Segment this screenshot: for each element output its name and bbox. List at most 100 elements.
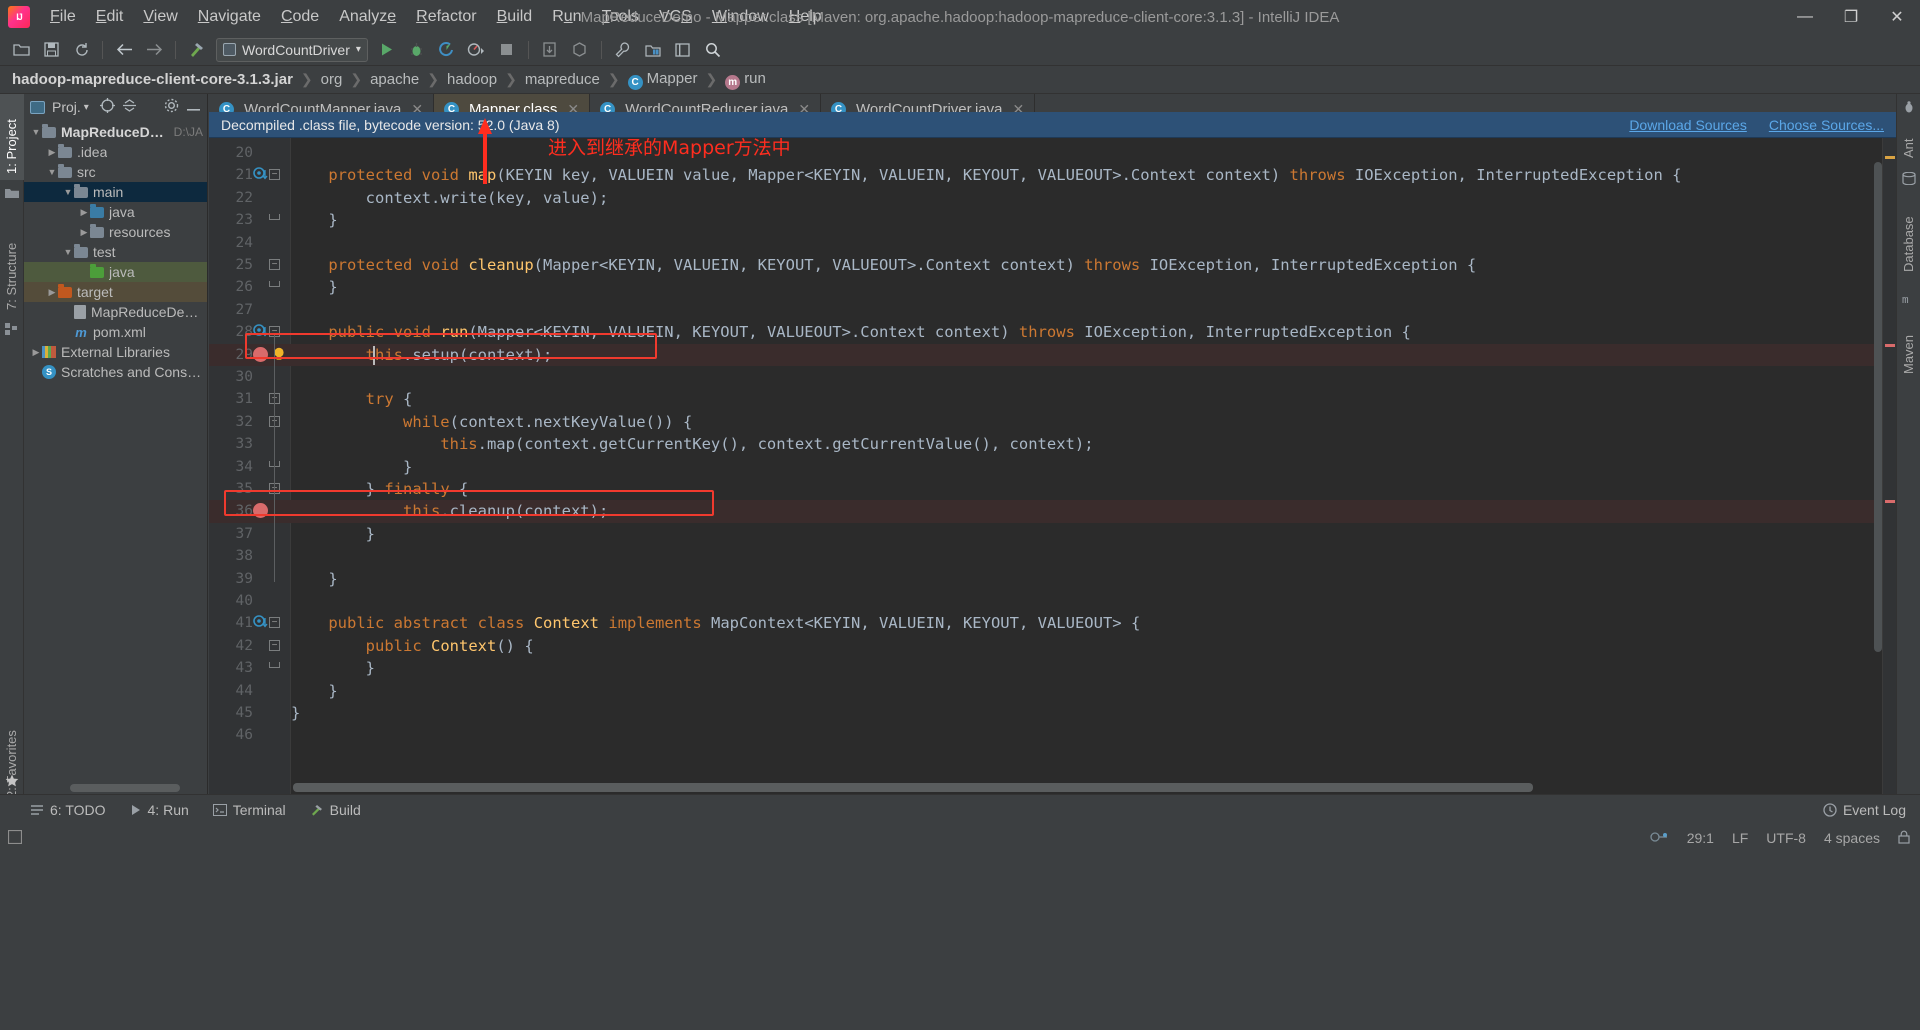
menu-refactor[interactable]: Refactor	[406, 5, 486, 29]
choose-sources-link[interactable]: Choose Sources...	[1769, 117, 1884, 133]
tree-item-external-libraries[interactable]: ▶ External Libraries	[24, 342, 207, 362]
code-line[interactable]: public abstract class Context implements…	[291, 612, 1896, 634]
fold-end-icon[interactable]	[269, 281, 280, 288]
tree-expand-arrow[interactable]: ▼	[30, 127, 42, 137]
code-line[interactable]: while(context.nextKeyValue()) {	[291, 411, 1896, 433]
scroll-from-source-icon[interactable]	[99, 98, 115, 116]
database-icon[interactable]	[1902, 171, 1916, 186]
run-with-coverage-icon[interactable]	[434, 38, 460, 62]
code-editor[interactable]: 20 21 22 23 24 25 26 27 28 29 30 31 32 33 34 35 36 37 38 39…	[209, 138, 1896, 794]
code-line[interactable]: }	[291, 680, 1896, 702]
run-configuration-selector[interactable]: WordCountDriver ▾	[216, 37, 368, 62]
tree-item-resources[interactable]: ▶ resources	[24, 222, 207, 242]
code-line[interactable]: public Context() {	[291, 635, 1896, 657]
breadcrumb-item-mapreduce[interactable]: mapreduce	[525, 71, 600, 88]
tree-item-scratches-and-consoles[interactable]: S Scratches and Consoles	[24, 362, 207, 382]
tree-item-java[interactable]: java	[24, 262, 207, 282]
code-line[interactable]: } finally {	[291, 478, 1896, 500]
menu-code[interactable]: Code	[271, 5, 329, 29]
settings-wrench-icon[interactable]	[610, 38, 636, 62]
tree-expand-arrow[interactable]: ▶	[46, 287, 58, 298]
breakpoint-icon[interactable]	[253, 346, 268, 362]
collapse-all-icon[interactable]	[122, 98, 137, 116]
tree-expand-arrow[interactable]: ▶	[78, 207, 90, 218]
run-button-icon[interactable]	[374, 38, 400, 62]
lock-icon[interactable]	[1898, 830, 1910, 847]
build-hammer-icon[interactable]	[184, 38, 210, 62]
breadcrumb-item-hadoop[interactable]: hadoop	[447, 71, 497, 88]
caret-position[interactable]: 29:1	[1687, 830, 1714, 846]
code-line[interactable]	[291, 142, 1896, 164]
tree-item-test[interactable]: ▼ test	[24, 242, 207, 262]
breadcrumb-item-mapper[interactable]: C Mapper	[627, 70, 697, 90]
code-line[interactable]: }	[291, 456, 1896, 478]
ant-icon[interactable]	[1902, 100, 1916, 114]
open-folder-icon[interactable]	[8, 38, 34, 62]
gear-icon[interactable]	[164, 98, 179, 116]
download-sources-link[interactable]: Download Sources	[1629, 117, 1747, 133]
editor-fold-column[interactable]: −−−−−−−−	[269, 138, 291, 794]
close-button[interactable]: ✕	[1874, 0, 1920, 34]
bottom-item-terminal[interactable]: Terminal	[212, 802, 286, 818]
minimize-button[interactable]: —	[1782, 0, 1828, 34]
menu-view[interactable]: View	[133, 5, 187, 29]
tree-item-src[interactable]: ▼ src	[24, 162, 207, 182]
breadcrumb-item-org[interactable]: org	[321, 71, 343, 88]
sidebar-item-project[interactable]: 1: Project	[0, 94, 24, 180]
memory-indicator-icon[interactable]	[7, 829, 23, 847]
structure-icon[interactable]	[5, 322, 19, 336]
tree-expand-arrow[interactable]: ▼	[62, 247, 74, 257]
hide-panel-icon[interactable]	[186, 99, 201, 115]
code-line[interactable]: protected void map(KEYIN key, VALUEIN va…	[291, 164, 1896, 186]
editor-code-area[interactable]: protected void map(KEYIN key, VALUEIN va…	[291, 138, 1896, 794]
breadcrumb-item-run[interactable]: m run	[725, 70, 766, 90]
project-horizontal-scrollbar[interactable]	[70, 784, 180, 792]
project-view-caret-icon[interactable]: ▾	[84, 102, 89, 113]
debug-button-icon[interactable]	[404, 38, 430, 62]
implementing-method-icon[interactable]	[253, 167, 269, 183]
commit-icon[interactable]	[567, 38, 593, 62]
code-line[interactable]	[291, 590, 1896, 612]
sidebar-item-structure[interactable]: 7: Structure	[0, 212, 24, 316]
stop-icon[interactable]	[494, 38, 520, 62]
code-line[interactable]: this.cleanup(context);	[291, 500, 1896, 522]
menu-file[interactable]: File	[40, 5, 86, 29]
code-line[interactable]: context.write(key, value);	[291, 187, 1896, 209]
editor-horizontal-scrollbar[interactable]	[293, 783, 1533, 792]
back-arrow-icon[interactable]	[111, 38, 137, 62]
fold-start-icon[interactable]: −	[269, 169, 280, 181]
fold-start-icon[interactable]: −	[269, 259, 280, 270]
tree-item-target[interactable]: ▶ target	[24, 282, 207, 302]
tree-item-mapreducedemo-iml[interactable]: MapReduceDemo.iml	[24, 302, 207, 322]
code-line[interactable]: this.map(context.getCurrentKey(), contex…	[291, 433, 1896, 455]
code-line[interactable]: this.setup(context);	[291, 344, 1896, 366]
favorites-star-icon[interactable]	[5, 774, 19, 788]
sidebar-item-maven[interactable]: Maven	[1897, 310, 1920, 380]
code-line[interactable]	[291, 232, 1896, 254]
file-encoding[interactable]: UTF-8	[1766, 830, 1806, 846]
code-line[interactable]: public void run(Mapper<KEYIN, VALUEIN, K…	[291, 321, 1896, 343]
maximize-button[interactable]: ❐	[1828, 0, 1874, 34]
bottom-item-run[interactable]: 4: Run	[130, 802, 189, 818]
code-line[interactable]: }	[291, 657, 1896, 679]
update-project-icon[interactable]	[537, 38, 563, 62]
breadcrumb-item-apache[interactable]: apache	[370, 71, 419, 88]
menu-vcs[interactable]: VCS	[649, 5, 702, 29]
profile-icon[interactable]	[464, 38, 490, 62]
fold-start-icon[interactable]: −	[269, 617, 280, 629]
sidebar-item-database[interactable]: Database	[1897, 192, 1920, 278]
bottom-item-build[interactable]: Build	[310, 802, 361, 818]
project-structure-icon[interactable]	[640, 38, 666, 62]
tree-expand-arrow[interactable]: ▶	[46, 147, 58, 158]
tree-item-main[interactable]: ▼ main	[24, 182, 207, 202]
tree-item-mapreducedemo[interactable]: ▼ MapReduceDemo D:\JA	[24, 122, 207, 142]
fold-end-icon[interactable]	[269, 214, 280, 221]
code-line[interactable]: try {	[291, 388, 1896, 410]
menu-tools[interactable]: Tools	[592, 5, 649, 29]
code-line[interactable]: protected void cleanup(Mapper<KEYIN, VAL…	[291, 254, 1896, 276]
event-log-button[interactable]: Event Log	[1823, 802, 1906, 818]
editor-vertical-scrollbar[interactable]	[1874, 162, 1882, 652]
tree-expand-arrow[interactable]: ▼	[62, 187, 74, 197]
implementing-method-icon[interactable]	[253, 615, 269, 631]
code-line[interactable]: }	[291, 276, 1896, 298]
